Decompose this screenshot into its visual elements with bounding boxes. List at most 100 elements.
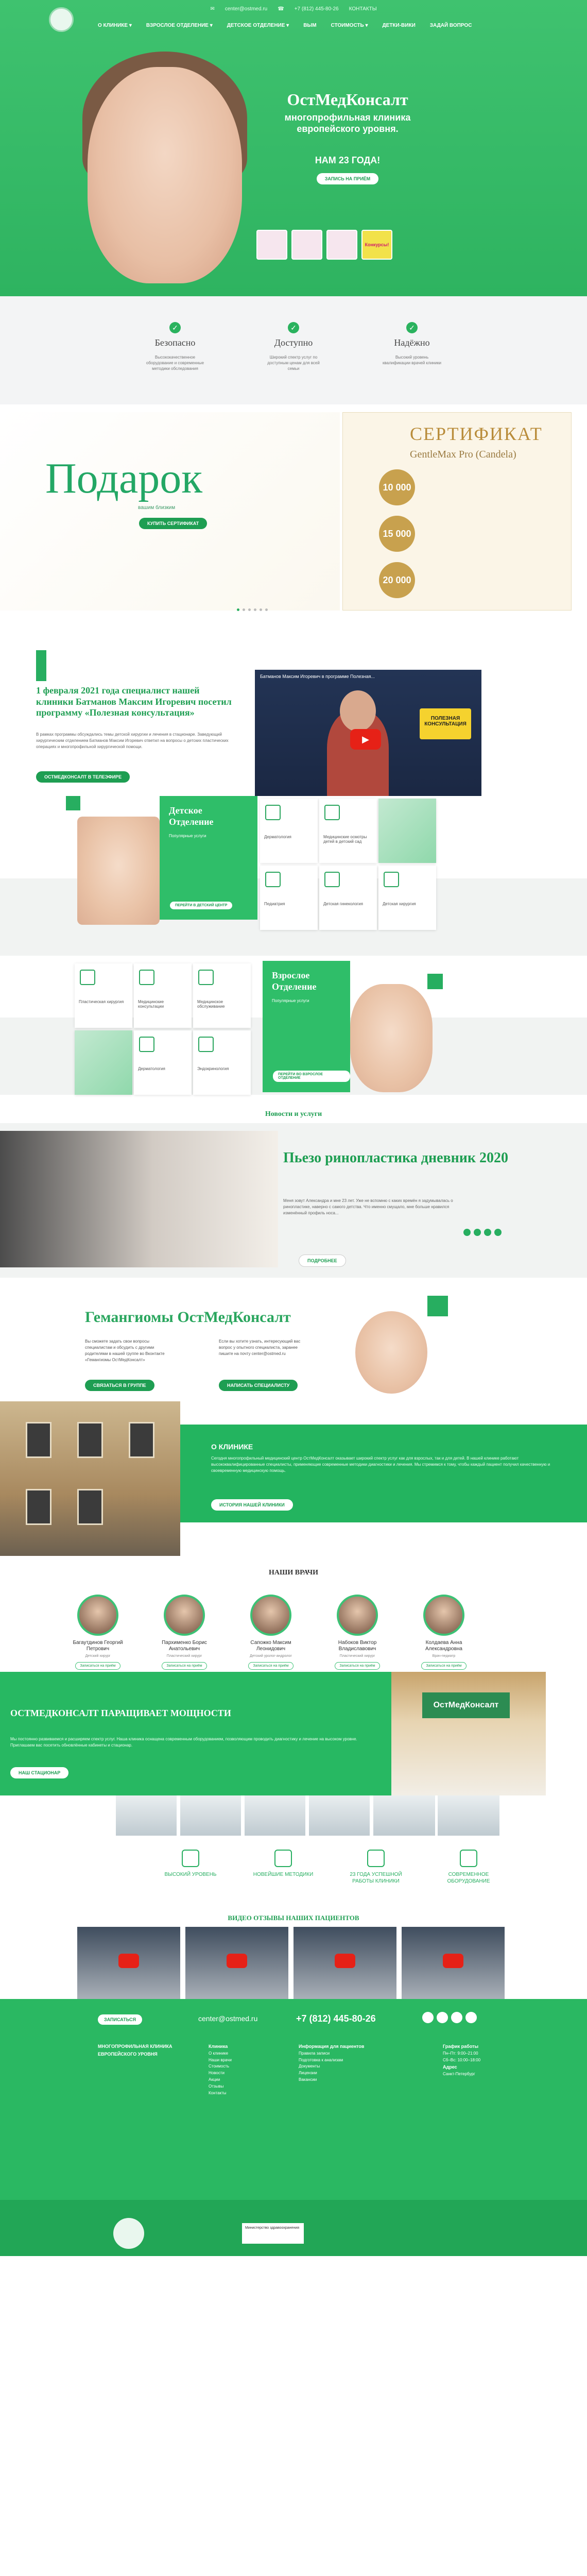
footer-link[interactable]: Правила записи: [299, 2050, 364, 2057]
doctor-card[interactable]: Пархименко Борис Анатольевич Пластический…: [153, 1595, 215, 1670]
history-button[interactable]: ИСТОРИЯ НАШЕЙ КЛИНИКИ: [211, 1499, 293, 1511]
service-card[interactable]: Дерматология: [134, 1030, 192, 1095]
footer-link[interactable]: Подготовка к анализам: [299, 2057, 364, 2064]
footer-link[interactable]: Стоимость: [209, 2063, 232, 2070]
vk-icon[interactable]: [437, 2012, 448, 2023]
doctor-card[interactable]: Колдаева Анна Александровна Врач-педиатр З…: [413, 1595, 475, 1670]
doctor-appointment-button[interactable]: Записаться на приём: [421, 1662, 467, 1670]
footer-col-title: Информация для пациентов: [299, 2044, 365, 2049]
news-more-button[interactable]: ПОДРОБНЕЕ: [299, 1255, 346, 1267]
doctor-card[interactable]: Багаутдинов Георгий Петрович Детский хиру…: [67, 1595, 129, 1670]
facebook-icon[interactable]: [422, 2012, 434, 2023]
room-photo[interactable]: [373, 1795, 435, 1836]
hospital-button[interactable]: НАШ СТАЦИОНАР: [10, 1767, 69, 1778]
contacts-link[interactable]: КОНТАКТЫ: [349, 6, 377, 12]
kids-center-button[interactable]: ПЕРЕЙТИ В ДЕТСКИЙ ЦЕНТР: [170, 902, 233, 909]
play-icon[interactable]: [227, 1954, 247, 1968]
kids-list-item[interactable]: Популярные услуги: [169, 834, 248, 838]
header-email[interactable]: center@ostmed.ru: [225, 6, 267, 12]
service-card[interactable]: Пластическая хирургия: [75, 963, 132, 1028]
footer-link[interactable]: О клинике: [209, 2050, 232, 2057]
service-card[interactable]: Детская хирургия: [378, 866, 436, 930]
service-card[interactable]: Детская гинекология: [319, 866, 377, 930]
footer-link[interactable]: Лицензии: [299, 2070, 364, 2077]
header-phone[interactable]: +7 (812) 445-80-26: [295, 6, 339, 12]
nav-item[interactable]: ВЗРОСЛОЕ ОТДЕЛЕНИЕ ▾: [146, 23, 213, 28]
youtube-icon[interactable]: [465, 2012, 477, 2023]
play-icon[interactable]: [443, 1954, 463, 1968]
footer-link[interactable]: Вакансии: [299, 2077, 364, 2083]
promo-tile[interactable]: [256, 230, 287, 260]
review-video[interactable]: [77, 1927, 180, 1999]
facebook-icon[interactable]: [474, 1229, 481, 1236]
service-card[interactable]: Эндокринология: [193, 1030, 251, 1095]
footer-link[interactable]: Новости: [209, 2070, 232, 2077]
news-photo[interactable]: [0, 1131, 278, 1267]
doctor-card[interactable]: Сапожко Максим Леонидович Детский уролог-…: [240, 1595, 302, 1670]
footer-logo[interactable]: [113, 2218, 144, 2249]
slider-dot[interactable]: [265, 608, 268, 611]
slider-dot[interactable]: [260, 608, 262, 611]
room-photo[interactable]: [309, 1795, 370, 1836]
doctor-appointment-button[interactable]: Записаться на приём: [248, 1662, 294, 1670]
footer-link[interactable]: Акции: [209, 2077, 232, 2083]
adults-center-button[interactable]: ПЕРЕЙТИ ВО ВЗРОСЛОЕ ОТДЕЛЕНИЕ: [273, 1071, 350, 1082]
room-photo[interactable]: [180, 1795, 241, 1836]
tv-button[interactable]: ОСТМЕДКОНСАЛТ В ТЕЛЕЭФИРЕ: [36, 771, 130, 783]
promo-tile[interactable]: [326, 230, 357, 260]
promo-tile-contests[interactable]: Конкурсы!: [361, 230, 392, 260]
footer-email[interactable]: center@ostmed.ru: [198, 2014, 257, 2023]
footer-link[interactable]: Контакты: [209, 2090, 232, 2097]
review-video[interactable]: [294, 1927, 396, 1999]
nav-item[interactable]: ДЕТКИ-ВИКИ: [383, 23, 416, 28]
footer-link[interactable]: Отзывы: [209, 2083, 232, 2090]
buy-certificate-button[interactable]: КУПИТЬ СЕРТИФИКАТ: [139, 518, 208, 529]
footer-phone[interactable]: +7 (812) 445-80-26: [296, 2013, 376, 2024]
facilities-title: ОСТМЕДКОНСАЛТ ПАРАЩИВАЕТ МОЩНОСТИ: [10, 1708, 231, 1718]
service-card[interactable]: Дерматология: [260, 799, 318, 863]
odnoklassniki-icon[interactable]: [484, 1229, 491, 1236]
hem-group-button[interactable]: СВЯЗАТЬСЯ В ГРУППЕ: [85, 1380, 154, 1391]
ministry-badge[interactable]: Министерство здравоохранения: [242, 2223, 304, 2244]
nav-item[interactable]: О КЛИНИКЕ ▾: [98, 23, 132, 28]
review-video[interactable]: [402, 1927, 505, 1999]
youtube-video[interactable]: Батманов Максим Игоревич в программе Пол…: [255, 670, 481, 804]
hem-write-button[interactable]: НАПИСАТЬ СПЕЦИАЛИСТУ: [219, 1380, 298, 1391]
instagram-icon[interactable]: [451, 2012, 462, 2023]
service-card[interactable]: Медицинские консультации: [134, 963, 192, 1028]
service-card[interactable]: Медицинские осмотры детей в детский сад: [319, 799, 377, 863]
adults-list-item[interactable]: Популярные услуги: [272, 998, 341, 1003]
check-icon: ✓: [406, 322, 418, 333]
promo-tile[interactable]: [291, 230, 322, 260]
doctor-photo: [164, 1595, 205, 1636]
play-icon[interactable]: [118, 1954, 139, 1968]
twitter-icon[interactable]: [494, 1229, 502, 1236]
service-card[interactable]: Медицинское обслуживание: [193, 963, 251, 1028]
room-photo[interactable]: [438, 1795, 499, 1836]
service-card[interactable]: Педиатрия: [260, 866, 318, 930]
clinic-logo[interactable]: [49, 7, 74, 32]
doctor-appointment-button[interactable]: Записаться на приём: [162, 1662, 207, 1670]
slider-dot[interactable]: [254, 608, 256, 611]
slider-dot[interactable]: [243, 608, 245, 611]
news-title[interactable]: Пьезо ринопластика дневник 2020: [283, 1150, 508, 1166]
room-photo[interactable]: [245, 1795, 305, 1836]
play-icon[interactable]: [335, 1954, 355, 1968]
doctor-appointment-button[interactable]: Записаться на приём: [75, 1662, 120, 1670]
play-icon[interactable]: ▶: [350, 729, 381, 750]
appointment-button[interactable]: ЗАПИСЬ НА ПРИЁМ: [316, 173, 379, 185]
nav-item[interactable]: ДЕТСКОЕ ОТДЕЛЕНИЕ ▾: [227, 23, 289, 28]
footer-link[interactable]: Наши врачи: [209, 2057, 232, 2064]
review-video[interactable]: [185, 1927, 288, 1999]
footer-link[interactable]: Документы: [299, 2063, 364, 2070]
doctor-appointment-button[interactable]: Записаться на приём: [335, 1662, 380, 1670]
nav-item[interactable]: СТОИМОСТЬ ▾: [331, 23, 368, 28]
doctor-card[interactable]: Набоков Виктор Владиславович Пластический…: [326, 1595, 388, 1670]
vk-icon[interactable]: [463, 1229, 471, 1236]
footer-signup-button[interactable]: ЗАПИСАТЬСЯ: [98, 2014, 142, 2025]
slider-dot[interactable]: [237, 608, 239, 611]
nav-item[interactable]: ВЫМ: [303, 23, 316, 28]
room-photo[interactable]: [116, 1795, 177, 1836]
nav-item[interactable]: ЗАДАЙ ВОПРОС: [430, 23, 472, 28]
slider-dot[interactable]: [248, 608, 251, 611]
